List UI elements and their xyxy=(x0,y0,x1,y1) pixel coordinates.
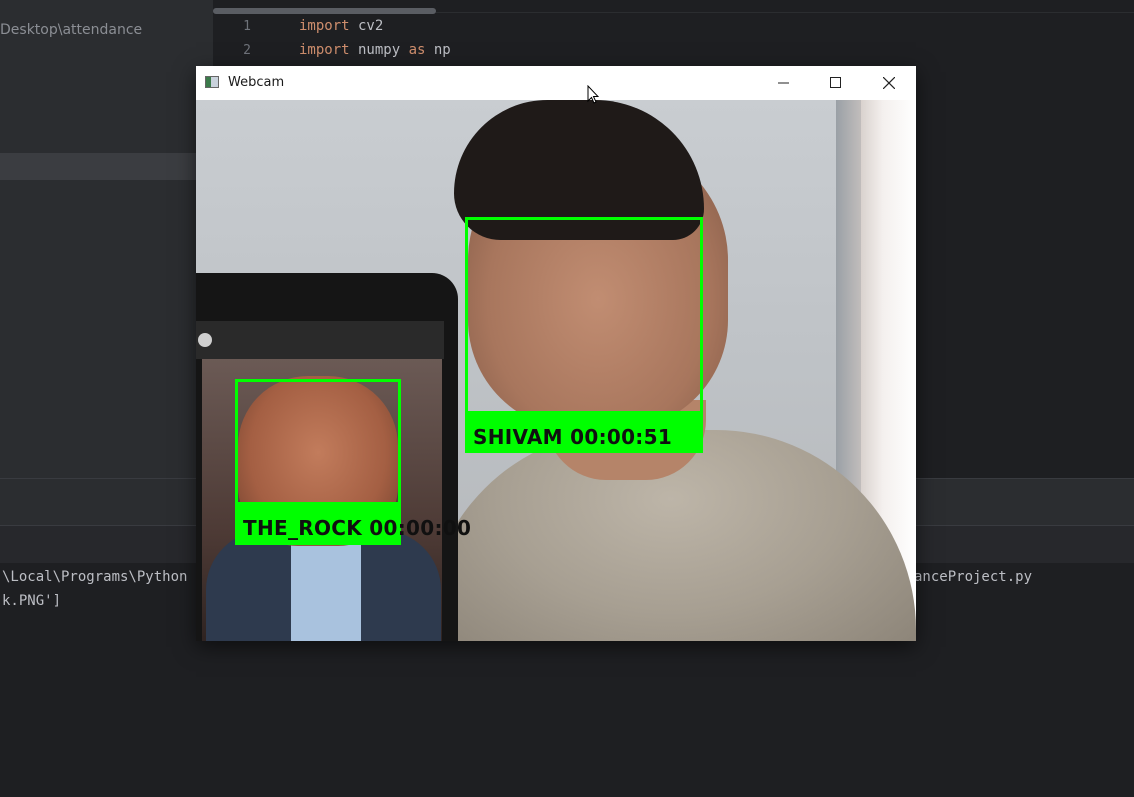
project-panel: Desktop\attendance xyxy=(0,0,213,478)
code-line[interactable]: import numpy as np xyxy=(299,42,451,58)
face-label: SHIVAM 00:00:51 xyxy=(473,425,673,449)
code-text: np xyxy=(425,42,451,58)
console-output-line: \Local\Programs\Python xyxy=(2,569,188,585)
mouse-cursor-icon xyxy=(587,85,599,104)
face-label: THE_ROCK 00:00:00 xyxy=(243,516,472,540)
phone-favicon xyxy=(198,333,212,347)
project-path[interactable]: Desktop\attendance xyxy=(0,22,142,38)
console-output-line: k.PNG'] xyxy=(2,593,62,609)
console-output-line: anceProject.py xyxy=(914,569,1033,585)
maximize-button[interactable] xyxy=(810,66,862,100)
maximize-icon xyxy=(830,77,841,88)
app-window-icon xyxy=(205,76,219,88)
project-selected-row[interactable] xyxy=(0,153,213,180)
close-icon xyxy=(883,77,895,89)
editor-horizontal-scrollbar[interactable] xyxy=(213,8,436,14)
phone-browser-bar xyxy=(196,321,444,359)
code-keyword: import xyxy=(299,18,350,34)
webcam-window[interactable]: Webcam SHIVAM 00:00:51 THE_ROCK 00:00:00 xyxy=(196,66,916,641)
code-keyword: as xyxy=(408,42,426,58)
close-button[interactable] xyxy=(863,66,915,100)
photo-shirt xyxy=(291,530,361,641)
window-title-bar[interactable]: Webcam xyxy=(196,66,916,100)
minimize-button[interactable] xyxy=(758,66,810,100)
code-text: numpy xyxy=(349,42,409,58)
webcam-feed: SHIVAM 00:00:51 THE_ROCK 00:00:00 xyxy=(196,100,916,641)
window-title: Webcam xyxy=(228,75,285,90)
line-number: 1 xyxy=(243,19,251,34)
code-text: cv2 xyxy=(349,18,384,34)
code-line[interactable]: import cv2 xyxy=(299,18,383,34)
minimize-icon xyxy=(778,82,789,84)
line-number: 2 xyxy=(243,43,251,58)
code-keyword: import xyxy=(299,42,350,58)
